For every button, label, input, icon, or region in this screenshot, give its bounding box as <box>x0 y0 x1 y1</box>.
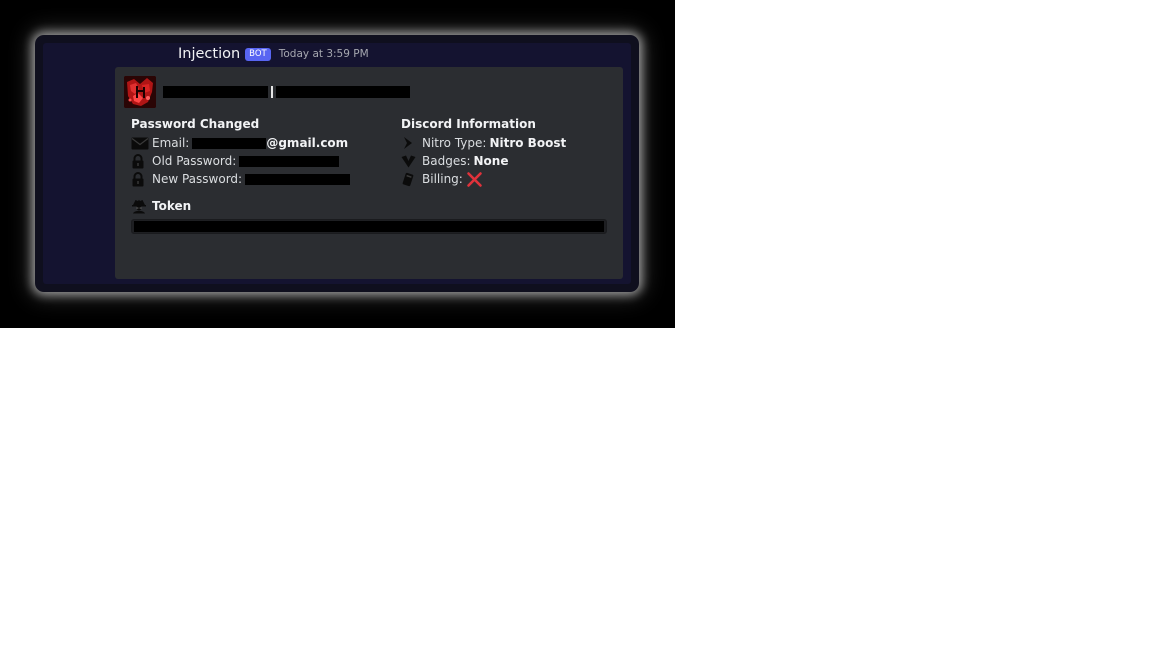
author-name-redacted <box>276 86 410 98</box>
lock-icon <box>131 153 149 169</box>
red-x-icon <box>466 171 483 188</box>
badges-label: Badges: <box>422 154 471 168</box>
email-suffix: @gmail.com <box>266 136 349 150</box>
password-changed-title: Password Changed <box>131 117 260 131</box>
password-changed-field: Password Changed Email: @gmail.com Old P… <box>131 116 391 188</box>
badge-icon <box>401 153 419 169</box>
bot-username[interactable]: Injection <box>178 46 240 62</box>
token-title: Token <box>152 199 192 213</box>
message-header: Injection BOT Today at 3:59 PM <box>178 44 369 64</box>
token-field-title: Token <box>131 197 191 215</box>
old-password-line: Old Password: <box>131 152 391 170</box>
email-redacted <box>192 137 267 149</box>
email-line: Email: @gmail.com <box>131 134 391 152</box>
badges-line: Badges: None <box>401 152 611 170</box>
new-password-label: New Password: <box>152 172 243 186</box>
new-password-redacted <box>245 173 351 185</box>
lock-icon <box>131 171 149 187</box>
nitro-type-value: Nitro Boost <box>489 136 567 150</box>
nitro-type-line: Nitro Type: Nitro Boost <box>401 134 611 152</box>
old-password-redacted <box>239 155 340 167</box>
discord-information-field: Discord Information Nitro Type: Nitro Bo… <box>401 116 611 188</box>
discord-information-title: Discord Information <box>401 117 536 131</box>
envelope-icon <box>131 135 149 151</box>
billing-label: Billing: <box>422 172 463 186</box>
email-label: Email: <box>152 136 190 150</box>
bot-tag: BOT <box>245 47 271 61</box>
new-password-line: New Password: <box>131 170 391 188</box>
old-password-label: Old Password: <box>152 154 237 168</box>
author-name-separator <box>271 86 273 98</box>
card-icon <box>401 171 419 187</box>
badges-value: None <box>473 154 509 168</box>
token-redacted <box>134 221 604 232</box>
embed: Password Changed Email: @gmail.com Old P… <box>115 67 623 279</box>
message-timestamp[interactable]: Today at 3:59 PM <box>279 48 369 60</box>
embed-author <box>124 76 410 108</box>
billing-line: Billing: <box>401 170 611 188</box>
author-avatar[interactable] <box>124 76 156 108</box>
nitro-boost-icon <box>401 135 419 151</box>
author-name-redacted <box>163 86 268 98</box>
spy-icon <box>131 198 149 214</box>
token-code-block[interactable] <box>131 219 607 234</box>
nitro-type-label: Nitro Type: <box>422 136 487 150</box>
